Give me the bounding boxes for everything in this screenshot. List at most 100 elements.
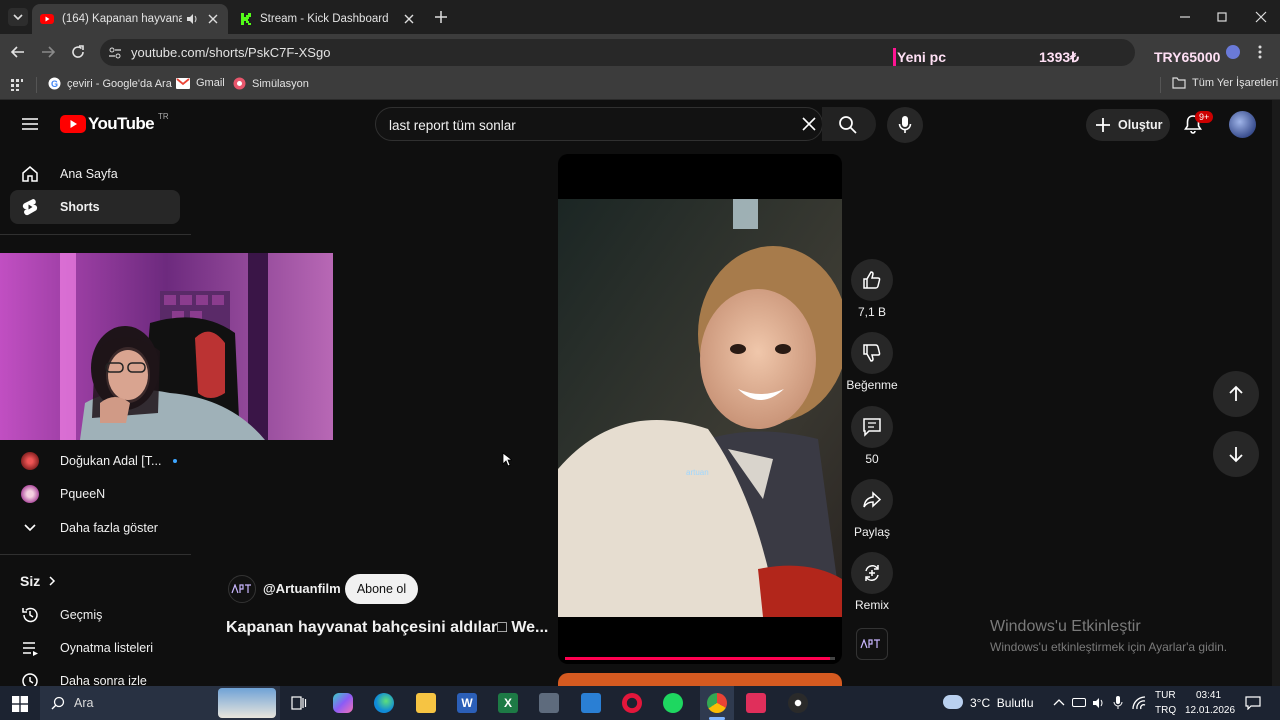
sidebar-item-shorts[interactable]: Shorts — [10, 190, 180, 224]
youtube-logo[interactable]: YouTube TR — [60, 112, 169, 134]
sidebar-item-history[interactable]: Geçmiş — [10, 598, 180, 632]
webcam-overlay — [0, 253, 333, 440]
previous-short-button[interactable] — [1213, 371, 1259, 417]
notifications-button[interactable]: 9+ — [1182, 111, 1214, 137]
close-tab-icon[interactable] — [206, 12, 220, 26]
weather-cloud-icon — [943, 695, 963, 709]
app-pink-icon[interactable] — [746, 693, 766, 713]
excel-icon[interactable]: X — [498, 693, 518, 713]
hamburger-menu-icon[interactable] — [20, 116, 40, 132]
notification-center-icon[interactable] — [1245, 696, 1261, 710]
taskbar-search[interactable]: Ara — [40, 686, 280, 720]
share-button[interactable] — [851, 479, 893, 521]
taskbar-search-placeholder: Ara — [74, 696, 94, 710]
tab-youtube[interactable]: (164) Kapanan hayvanat bahçesini aldılar — [32, 4, 228, 34]
windows-start-icon[interactable] — [12, 696, 28, 712]
like-button[interactable] — [851, 259, 893, 301]
site-info-icon[interactable] — [108, 46, 122, 60]
all-bookmarks-label: Tüm Yer İşaretleri — [1192, 77, 1279, 89]
omnibox[interactable]: youtube.com/shorts/PskC7F-XSgo — [100, 39, 1135, 66]
reload-icon[interactable] — [70, 44, 86, 60]
you-section-header[interactable]: Siz — [20, 573, 56, 589]
sidebar-item-label: Oynatma listeleri — [60, 641, 154, 655]
subscription-dogukan[interactable]: Doğukan Adal [T... — [10, 444, 180, 478]
kebab-menu-icon[interactable] — [1254, 44, 1266, 60]
next-short-button[interactable] — [1213, 431, 1259, 477]
all-bookmarks[interactable]: Tüm Yer İşaretleri — [1172, 77, 1278, 89]
sound-button[interactable] — [856, 628, 888, 660]
close-tab-icon[interactable] — [402, 12, 416, 26]
apps-grid-icon[interactable] — [10, 78, 24, 92]
subscription-pqueen[interactable]: PqueeN — [10, 477, 180, 511]
account-avatar[interactable] — [1229, 111, 1256, 138]
channel-avatar — [21, 452, 39, 470]
tab-search-button[interactable] — [8, 8, 28, 26]
search-button[interactable] — [822, 107, 876, 141]
video-progress-track[interactable] — [565, 657, 835, 660]
search-input[interactable] — [389, 115, 779, 135]
clear-search-icon[interactable] — [801, 116, 817, 132]
show-more-button[interactable]: Daha fazla göster — [10, 511, 180, 545]
windows-taskbar: Ara W X 3°C Bulutlu TUR TRQ 03:41 12.01.… — [0, 686, 1280, 720]
obs-icon[interactable] — [788, 693, 808, 713]
input-lang-1[interactable]: TUR — [1155, 690, 1176, 701]
store-icon[interactable] — [581, 693, 601, 713]
back-arrow-icon[interactable] — [10, 44, 26, 60]
bookmark-label: çeviri - Google'da Ara — [67, 77, 172, 90]
clock-date[interactable]: 12.01.2026 — [1185, 705, 1235, 716]
sidebar-item-playlists[interactable]: Oynatma listeleri — [10, 631, 180, 665]
create-button[interactable]: Oluştur — [1086, 109, 1170, 141]
edge-icon[interactable] — [374, 693, 394, 713]
input-lang-2[interactable]: TRQ — [1155, 705, 1176, 716]
activation-subtitle: Windows'u etkinleştirmek için Ayarlar'a … — [990, 640, 1228, 654]
chrome-taskbar-active[interactable] — [700, 686, 734, 720]
task-view-icon[interactable] — [291, 696, 307, 710]
tab-kick[interactable]: Stream - Kick Dashboard — [232, 4, 424, 34]
subscribe-button[interactable]: Abone ol — [345, 574, 418, 604]
comments-button[interactable] — [851, 406, 893, 448]
subscribe-label: Abone ol — [356, 582, 407, 596]
weather-text[interactable]: 3°C Bulutlu — [970, 696, 1034, 710]
spotify-icon[interactable] — [663, 693, 683, 713]
sidebar-item-home[interactable]: Ana Sayfa — [10, 157, 180, 191]
opera-icon[interactable] — [622, 693, 642, 713]
bookmark-google[interactable]: G çeviri - Google'da Ara — [48, 77, 172, 90]
bookmark-gmail[interactable]: Gmail — [176, 77, 225, 89]
minimize-icon[interactable] — [1178, 10, 1192, 24]
volume-icon[interactable] — [1092, 696, 1106, 710]
sidebar-item-label: Ana Sayfa — [60, 167, 118, 181]
page-scrollbar[interactable] — [1272, 100, 1280, 686]
remix-button[interactable] — [851, 552, 893, 594]
channel-name[interactable]: @Artuanfilm — [263, 581, 341, 596]
shorts-video-player[interactable]: artuan — [558, 154, 842, 664]
bookmark-simulasyon[interactable]: Simülasyon — [233, 77, 309, 90]
arrow-down-icon — [1229, 447, 1243, 463]
profile-avatar[interactable] — [1226, 45, 1240, 59]
chevron-up-icon[interactable] — [1053, 697, 1065, 707]
speaker-icon[interactable] — [186, 13, 200, 25]
file-explorer-icon[interactable] — [416, 693, 436, 713]
calculator-icon[interactable] — [539, 693, 559, 713]
short-title[interactable]: Kapanan hayvanat bahçesini aldılar□ We..… — [226, 619, 548, 637]
voice-search-button[interactable] — [887, 107, 923, 143]
share-icon — [863, 491, 882, 508]
microphone-icon[interactable] — [1113, 695, 1123, 711]
bookmark-label: Gmail — [196, 77, 225, 89]
channel-logo-icon — [860, 639, 880, 649]
word-icon[interactable]: W — [457, 693, 477, 713]
close-window-icon[interactable] — [1254, 10, 1268, 24]
maximize-icon[interactable] — [1215, 10, 1229, 24]
wifi-icon[interactable] — [1131, 696, 1147, 710]
clock-time[interactable]: 03:41 — [1196, 690, 1221, 701]
comment-icon — [863, 418, 881, 437]
battery-icon[interactable] — [1072, 698, 1086, 707]
forward-arrow-icon[interactable] — [40, 44, 56, 60]
copilot-icon[interactable] — [333, 693, 353, 713]
dislike-button[interactable] — [851, 332, 893, 374]
new-tab-icon[interactable] — [434, 10, 448, 24]
channel-logo-icon — [231, 584, 251, 594]
thumbs-down-icon — [863, 344, 881, 362]
new-content-dot — [173, 459, 178, 463]
webcam-streamer-image — [0, 253, 333, 440]
channel-avatar[interactable] — [228, 575, 256, 603]
